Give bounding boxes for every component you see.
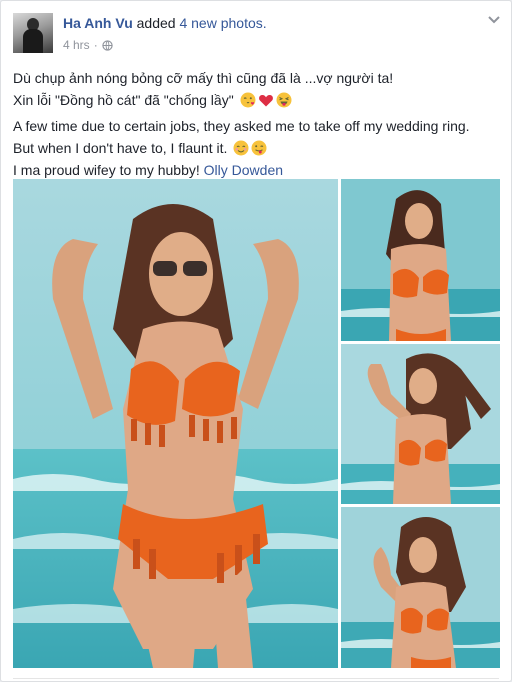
- post-timestamp[interactable]: 4 hrs: [63, 38, 90, 52]
- post-meta: 4 hrs ·: [63, 38, 113, 52]
- author-avatar[interactable]: [13, 13, 53, 53]
- photo-thumbnail-1-illustration: [341, 179, 500, 341]
- photo-thumbnail-3-illustration: [341, 507, 500, 668]
- globe-icon[interactable]: [102, 39, 113, 51]
- chevron-down-icon[interactable]: [487, 15, 501, 25]
- post-text-segment: I ma proud wifey to my hubby!: [13, 162, 200, 178]
- photo-thumbnail-1[interactable]: [341, 179, 500, 341]
- post-text-line: I ma proud wifey to my hubby! Olly Dowde…: [13, 159, 501, 181]
- post-header-line: Ha Anh Vu added 4 new photos.: [63, 15, 267, 31]
- winking-tongue-emoji-icon: [251, 140, 267, 156]
- meta-separator: ·: [93, 38, 98, 52]
- post-action-text: added: [136, 15, 176, 31]
- photo-thumbnail-2-illustration: [341, 344, 500, 504]
- smiling-blush-emoji-icon: [233, 140, 249, 156]
- post-text-line: A few time due to certain jobs, they ask…: [13, 118, 470, 134]
- photo-thumbnail-2[interactable]: [341, 344, 500, 504]
- post-text-segment: Xin lỗi "Đồng hồ cát" đã "chống lầy": [13, 92, 234, 108]
- post-text-line: But when I don't have to, I flaunt it.: [13, 137, 501, 159]
- author-name-link[interactable]: Ha Anh Vu: [63, 15, 133, 31]
- kiss-wink-emoji-icon: [240, 92, 256, 108]
- photo-count-link[interactable]: 4 new photos.: [179, 15, 266, 31]
- post-text-line: Dù chụp ảnh nóng bỏng cỡ mấy thì cũng đã…: [13, 70, 394, 86]
- squinting-tongue-emoji-icon: [276, 92, 292, 108]
- post-text-segment: But when I don't have to, I flaunt it.: [13, 140, 228, 156]
- avatar-body-shape: [23, 29, 43, 53]
- post-footer-divider: [13, 678, 499, 679]
- photo-main[interactable]: [13, 179, 338, 668]
- photo-thumbnail-3[interactable]: [341, 507, 500, 668]
- tagged-person-link[interactable]: Olly Dowden: [204, 162, 283, 178]
- red-heart-emoji-icon: [258, 95, 273, 107]
- photo-main-illustration: [13, 179, 338, 668]
- post-text: Dù chụp ảnh nóng bỏng cỡ mấy thì cũng đã…: [13, 67, 501, 181]
- post-card: Ha Anh Vu added 4 new photos. 4 hrs · Dù…: [0, 0, 512, 682]
- post-text-line: Xin lỗi "Đồng hồ cát" đã "chống lầy": [13, 89, 501, 111]
